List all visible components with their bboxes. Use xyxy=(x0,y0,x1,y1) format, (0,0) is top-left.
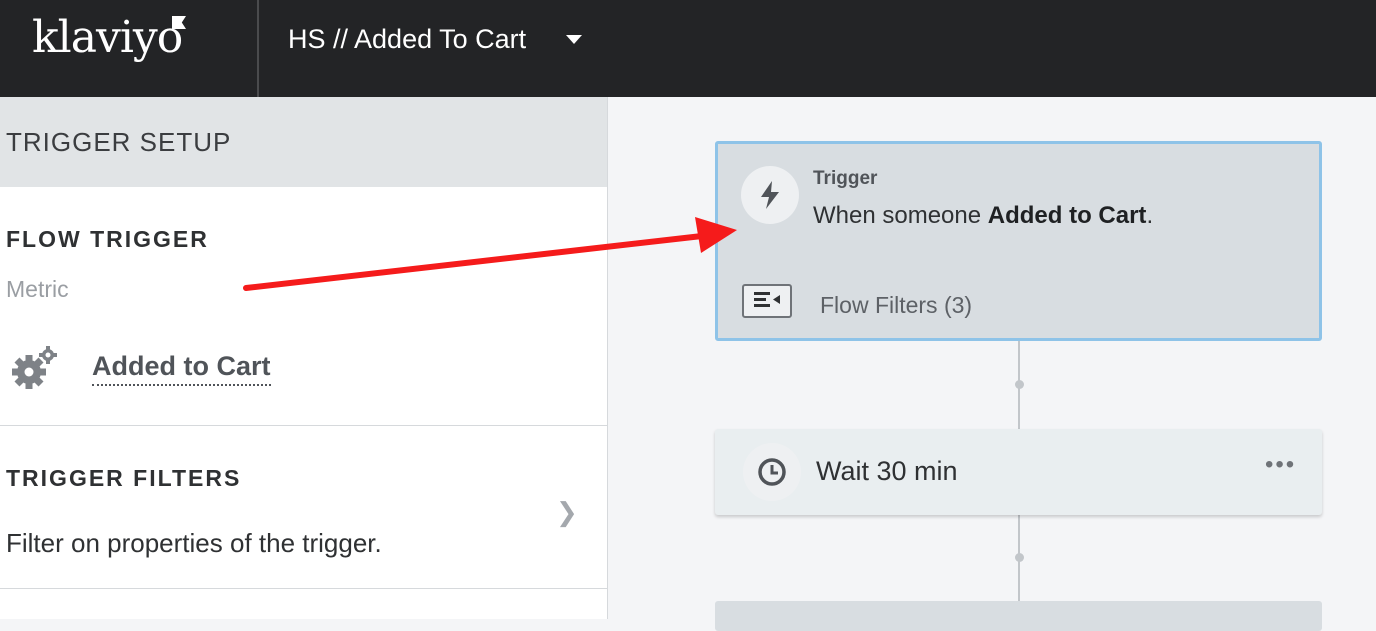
logo-flag-icon xyxy=(172,16,186,29)
trigger-setup-panel: TRIGGER SETUP FLOW TRIGGER Metric Added … xyxy=(0,97,608,619)
topbar-divider xyxy=(257,0,259,97)
clock-icon xyxy=(743,443,801,501)
section-divider xyxy=(0,425,607,426)
trigger-label: Trigger xyxy=(813,168,878,189)
caret-down-icon[interactable] xyxy=(566,35,582,44)
connector-dot[interactable] xyxy=(1015,380,1024,389)
flow-name-dropdown[interactable]: HS // Added To Cart xyxy=(288,24,526,55)
trigger-metric-link[interactable]: Added to Cart xyxy=(92,351,271,386)
wait-card[interactable]: Wait 30 min ••• xyxy=(715,429,1322,515)
trigger-filters-description: Filter on properties of the trigger. xyxy=(6,528,382,558)
connector-dot[interactable] xyxy=(1015,553,1024,562)
lightning-icon xyxy=(741,166,799,224)
section-divider xyxy=(0,588,607,589)
wait-label: Wait 30 min xyxy=(816,456,958,486)
trigger-type-label: Metric xyxy=(6,276,69,302)
top-bar: klaviyo HS // Added To Cart xyxy=(0,0,1376,97)
panel-title: TRIGGER SETUP xyxy=(6,127,232,157)
trigger-metric-name: Added to Cart xyxy=(987,202,1147,229)
flow-filters-link[interactable]: Flow Filters (3) xyxy=(820,292,972,319)
klaviyo-logo[interactable]: klaviyo xyxy=(32,12,183,63)
next-flow-card[interactable] xyxy=(715,601,1322,631)
trigger-card[interactable]: Trigger When someone Added to Cart. Flow… xyxy=(715,141,1322,341)
flow-filters-icon[interactable] xyxy=(742,284,792,318)
more-options-icon[interactable]: ••• xyxy=(1265,451,1296,479)
gears-icon xyxy=(12,346,57,389)
trigger-filters-heading: TRIGGER FILTERS xyxy=(6,465,242,491)
trigger-description: When someone Added to Cart. xyxy=(813,202,1154,229)
flow-trigger-heading: FLOW TRIGGER xyxy=(6,226,209,252)
chevron-right-icon[interactable]: ❯ xyxy=(556,497,578,528)
panel-header: TRIGGER SETUP xyxy=(0,97,607,187)
